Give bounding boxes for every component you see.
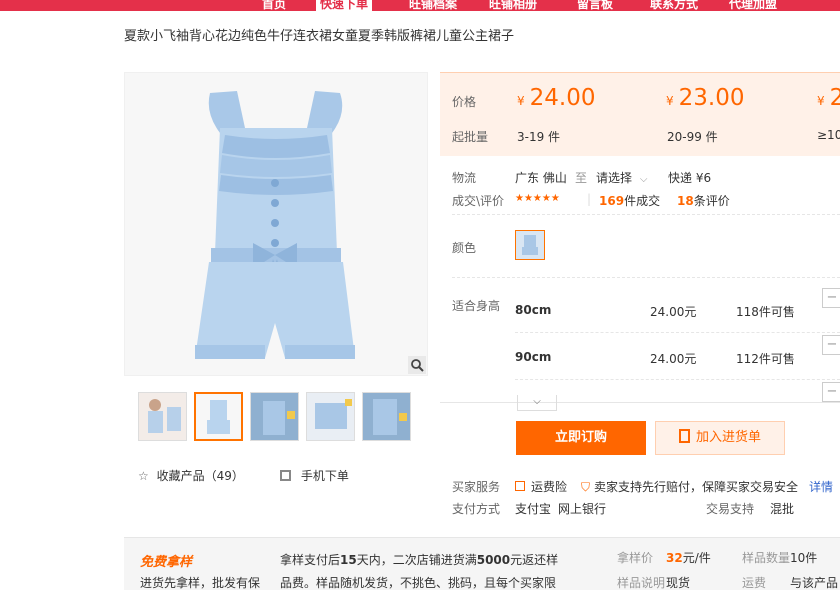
separator: [515, 332, 840, 333]
separator: [452, 277, 840, 278]
nav-contact[interactable]: 联系方式: [650, 0, 698, 11]
zoom-icon[interactable]: [408, 356, 426, 374]
payment-alipay: 支付宝: [515, 502, 552, 516]
sample-note: 现货: [666, 576, 691, 590]
separator: [515, 379, 840, 380]
thumbnail-5[interactable]: [362, 392, 411, 441]
sample-ship-label: 运费: [742, 576, 767, 590]
shield-icon: ⛉: [581, 480, 591, 494]
mobile-order-label: 手机下单: [300, 469, 349, 483]
shipping-fee: 快递 ¥6: [668, 171, 712, 185]
nav-shop-profile[interactable]: 旺铺档案: [409, 0, 457, 11]
payment-online-bank: 网上银行: [558, 502, 607, 516]
deal-count[interactable]: 169件成交: [599, 192, 660, 209]
thumbnail-3[interactable]: [250, 392, 299, 441]
sample-price: 32元/件: [666, 551, 711, 565]
nav-shop-album[interactable]: 旺铺相册: [489, 0, 537, 11]
sample-ship: 与该产品: [790, 576, 839, 590]
add-to-cart-label: 加入进货单: [695, 430, 761, 445]
logistics-to: 至: [575, 171, 588, 185]
divider: |: [587, 192, 592, 206]
tier-price-3: ¥2: [817, 85, 840, 111]
color-label: 颜色: [452, 241, 477, 255]
tier-price-1: ¥24.00: [517, 85, 596, 111]
trade-support-label: 交易支持: [706, 502, 755, 516]
size-row-2-minus-button[interactable]: −: [822, 335, 840, 355]
color-swatch[interactable]: [515, 230, 545, 260]
nav-home[interactable]: 首页: [262, 0, 286, 11]
deals-label: 成交\评价: [452, 194, 505, 208]
moq-label: 起批量: [452, 130, 489, 144]
separator: [440, 402, 840, 403]
romper-illustration: [125, 73, 427, 375]
expand-sizes-chevron-icon[interactable]: ⌵: [517, 395, 557, 411]
sample-qty: 10件: [790, 551, 818, 565]
separator: [452, 214, 840, 215]
service-guarantee[interactable]: ⛉ 卖家支持先行赔付，保障买家交易安全: [581, 478, 798, 495]
size-row-3-minus-button[interactable]: −: [822, 382, 840, 402]
star-outline-icon: ☆: [138, 469, 149, 483]
size-row-2-size: 90cm: [515, 350, 552, 364]
sample-qty-label: 样品数量: [742, 551, 791, 565]
favorite-link[interactable]: ☆ 收藏产品（49）: [138, 467, 244, 484]
thumbnail-2[interactable]: [194, 392, 243, 441]
clipboard-icon: [678, 429, 690, 443]
thumbnail-1[interactable]: [138, 392, 187, 441]
tier-range-3: ≥10: [817, 128, 840, 142]
qr-code-icon: [280, 470, 291, 481]
chevron-down-icon: ⌵: [639, 174, 648, 185]
payment-label: 支付方式: [452, 502, 501, 516]
size-row-1-price: 24.00元: [650, 305, 697, 319]
add-to-cart-button[interactable]: 加入进货单: [655, 421, 785, 455]
service-detail-link[interactable]: 详情: [809, 478, 833, 495]
tier-range-1: 3-19 件: [517, 130, 561, 144]
free-sample-subtitle: 进货先拿样，批发有保: [140, 576, 261, 590]
size-row-1-minus-button[interactable]: −: [822, 288, 840, 308]
logistics-origin: 广东 佛山: [515, 171, 567, 185]
product-title: 夏款小飞袖背心花边纯色牛仔连衣裙女童夏季韩版裤裙儿童公主裙子: [124, 29, 515, 44]
main-product-image[interactable]: [124, 72, 428, 376]
nav-quick-order[interactable]: 快速下单: [316, 0, 373, 11]
size-row-1-size: 80cm: [515, 303, 552, 317]
top-nav: 首页 快速下单 旺铺档案 旺铺相册 留言板 联系方式 代理加盟: [0, 0, 840, 11]
price-panel: [440, 72, 840, 156]
mobile-order-link[interactable]: 手机下单: [280, 467, 349, 484]
nav-message-board[interactable]: 留言板: [577, 0, 613, 11]
sample-price-label: 拿样价: [617, 551, 654, 565]
size-label: 适合身高: [452, 299, 501, 313]
sample-note-label: 样品说明: [617, 576, 666, 590]
buy-now-button[interactable]: 立即订购: [516, 421, 646, 455]
tier-range-2: 20-99 件: [667, 130, 718, 144]
trade-support-value: 混批: [770, 502, 795, 516]
nav-agent[interactable]: 代理加盟: [729, 0, 777, 11]
free-sample-desc-1: 拿样支付后15天内，二次店铺进货满5000元返还样: [280, 553, 559, 567]
insurance-icon: [515, 481, 525, 491]
services-label: 买家服务: [452, 480, 501, 494]
logistics-label: 物流: [452, 171, 477, 185]
free-sample-desc-2: 品费。样品随机发货，不挑色、挑码，且每个买家限: [280, 576, 557, 590]
thumbnail-4[interactable]: [306, 392, 355, 441]
review-count[interactable]: 18条评价: [677, 192, 730, 209]
service-freight-insurance[interactable]: 运费险: [515, 478, 567, 495]
rating-stars: ★★★★★: [515, 193, 560, 204]
free-sample-badge: 免费拿样: [140, 555, 193, 570]
tier-price-2: ¥23.00: [666, 85, 745, 111]
price-label: 价格: [452, 95, 477, 109]
destination-select-label: 请选择: [596, 171, 633, 185]
size-row-2-price: 24.00元: [650, 352, 697, 366]
size-row-1-stock: 118件可售: [736, 305, 795, 319]
destination-select[interactable]: 请选择 ⌵: [596, 169, 647, 186]
favorite-label: 收藏产品（49）: [156, 469, 244, 483]
size-row-2-stock: 112件可售: [736, 352, 795, 366]
